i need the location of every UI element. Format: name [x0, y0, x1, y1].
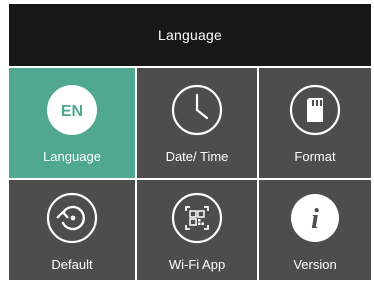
tile-language[interactable]: EN Language [9, 68, 135, 178]
reset-icon [46, 192, 98, 244]
clock-icon [171, 84, 223, 136]
en-badge-icon: EN [47, 85, 97, 135]
tile-date-time[interactable]: Date/ Time [137, 68, 257, 178]
qr-code-icon [171, 192, 223, 244]
en-badge-text: EN [61, 103, 83, 120]
title-bar: Language [9, 4, 371, 66]
page-title: Language [158, 27, 222, 43]
sd-card-icon [289, 84, 341, 136]
tile-format[interactable]: Format [259, 68, 371, 178]
tile-version[interactable]: i Version [259, 180, 371, 280]
info-icon: i [291, 194, 339, 242]
tile-label-wifi-app: Wi-Fi App [168, 257, 226, 272]
tile-label-date-time: Date/ Time [165, 149, 229, 164]
svg-text:i: i [311, 204, 319, 235]
tile-default[interactable]: Default [9, 180, 135, 280]
tile-label-version: Version [293, 257, 337, 272]
settings-screen: Language EN Language Date/ Time Format D… [9, 4, 371, 280]
tile-wifi-app[interactable]: Wi-Fi App [137, 180, 257, 280]
tile-label-format: Format [294, 149, 336, 164]
tile-label-default: Default [51, 257, 93, 272]
tile-label-language: Language [43, 149, 101, 164]
